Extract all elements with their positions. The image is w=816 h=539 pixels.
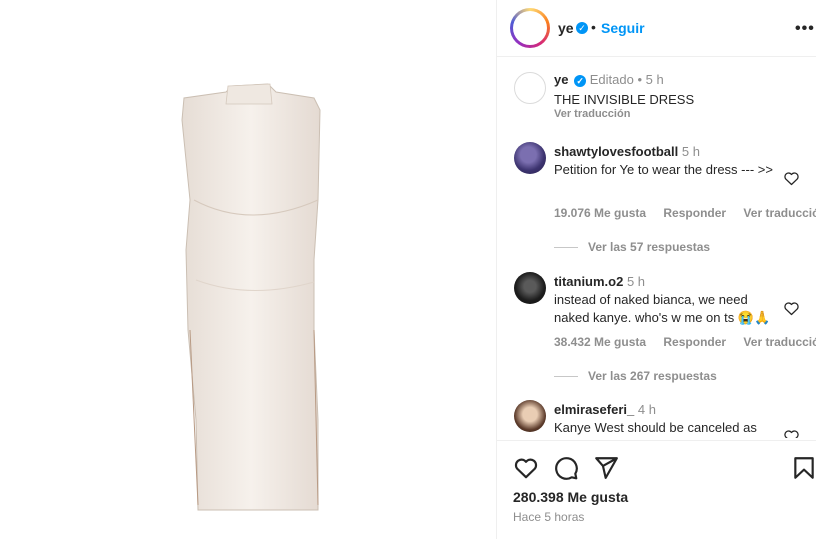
like-heart-icon[interactable] bbox=[513, 455, 539, 481]
comment-text: Petition for Ye to wear the dress --- >> bbox=[554, 162, 773, 177]
like-comment-heart-icon[interactable] bbox=[783, 300, 800, 317]
save-bookmark-icon[interactable] bbox=[791, 455, 816, 481]
like-comment-heart-icon[interactable] bbox=[783, 170, 800, 187]
commenter-avatar[interactable] bbox=[514, 142, 546, 174]
separator-dot: • bbox=[591, 19, 596, 35]
commenter-avatar[interactable] bbox=[514, 272, 546, 304]
author-avatar[interactable] bbox=[510, 8, 550, 48]
commenter-username[interactable]: elmiraseferi_ 4 h bbox=[554, 402, 656, 417]
caption-username[interactable]: ye ✓ Editado • 5 h bbox=[554, 72, 664, 87]
translate-link[interactable]: Ver traducción bbox=[743, 206, 816, 220]
follow-button[interactable]: Seguir bbox=[601, 20, 645, 36]
comment-likes[interactable]: 19.076 Me gusta bbox=[554, 206, 646, 220]
comment-time: 4 h bbox=[637, 402, 656, 417]
post-likes-count[interactable]: 280.398 Me gusta bbox=[513, 489, 628, 505]
post-header: ye ✓ • Seguir ••• bbox=[497, 0, 816, 57]
verified-badge-icon: ✓ bbox=[574, 75, 587, 87]
post-actions: 280.398 Me gusta Hace 5 horas bbox=[497, 440, 816, 539]
author-username[interactable]: ye bbox=[558, 20, 574, 36]
comment-text: instead of naked bianca, we need naked k… bbox=[554, 292, 771, 325]
caption-username-text[interactable]: ye bbox=[554, 72, 568, 87]
caption-translate-link[interactable]: Ver traducción bbox=[554, 108, 630, 120]
comment-meta: 38.432 Me gusta Responder Ver traducción bbox=[554, 335, 816, 349]
post-timestamp: Hace 5 horas bbox=[513, 510, 585, 524]
commenter-username[interactable]: shawtylovesfootball 5 h bbox=[554, 144, 700, 159]
more-options-icon[interactable]: ••• bbox=[795, 20, 815, 38]
like-comment-heart-icon[interactable] bbox=[783, 428, 800, 438]
commenter-username-text[interactable]: elmiraseferi_ bbox=[554, 402, 634, 417]
comments-list[interactable]: ye ✓ Editado • 5 h THE INVISIBLE DRESS V… bbox=[497, 58, 816, 438]
commenter-username-text[interactable]: shawtylovesfootball bbox=[554, 144, 678, 159]
comment-icon[interactable] bbox=[553, 455, 579, 481]
reply-button[interactable]: Responder bbox=[663, 206, 726, 220]
commenter-avatar[interactable] bbox=[514, 400, 546, 432]
comment-likes[interactable]: 38.432 Me gusta bbox=[554, 335, 646, 349]
edited-label: Editado bbox=[589, 72, 634, 87]
share-icon[interactable] bbox=[593, 455, 619, 481]
caption-avatar[interactable] bbox=[514, 72, 546, 104]
comment-meta: 19.076 Me gusta Responder Ver traducción bbox=[554, 206, 816, 220]
separator-dot: • bbox=[637, 72, 642, 87]
caption-time: 5 h bbox=[645, 72, 664, 87]
post-image[interactable] bbox=[0, 0, 496, 539]
comment-time: 5 h bbox=[626, 274, 646, 289]
view-replies-link[interactable]: Ver las 57 respuestas bbox=[554, 240, 710, 254]
comment-text: Kanye West should be canceled as bbox=[554, 420, 757, 435]
caption-text: THE INVISIBLE DRESS bbox=[554, 92, 695, 107]
view-replies-link[interactable]: Ver las 267 respuestas bbox=[554, 369, 717, 383]
post-sidebar: ye ✓ • Seguir ••• ye ✓ Editado • 5 h THE… bbox=[496, 0, 816, 539]
dress-illustration bbox=[181, 83, 321, 511]
commenter-username[interactable]: titanium.o2 5 h bbox=[554, 274, 645, 289]
comment-time: 5 h bbox=[681, 144, 700, 159]
reply-button[interactable]: Responder bbox=[663, 335, 726, 349]
commenter-username-text[interactable]: titanium.o2 bbox=[554, 274, 623, 289]
translate-link[interactable]: Ver traducción bbox=[743, 335, 816, 349]
verified-badge-icon: ✓ bbox=[576, 22, 588, 34]
